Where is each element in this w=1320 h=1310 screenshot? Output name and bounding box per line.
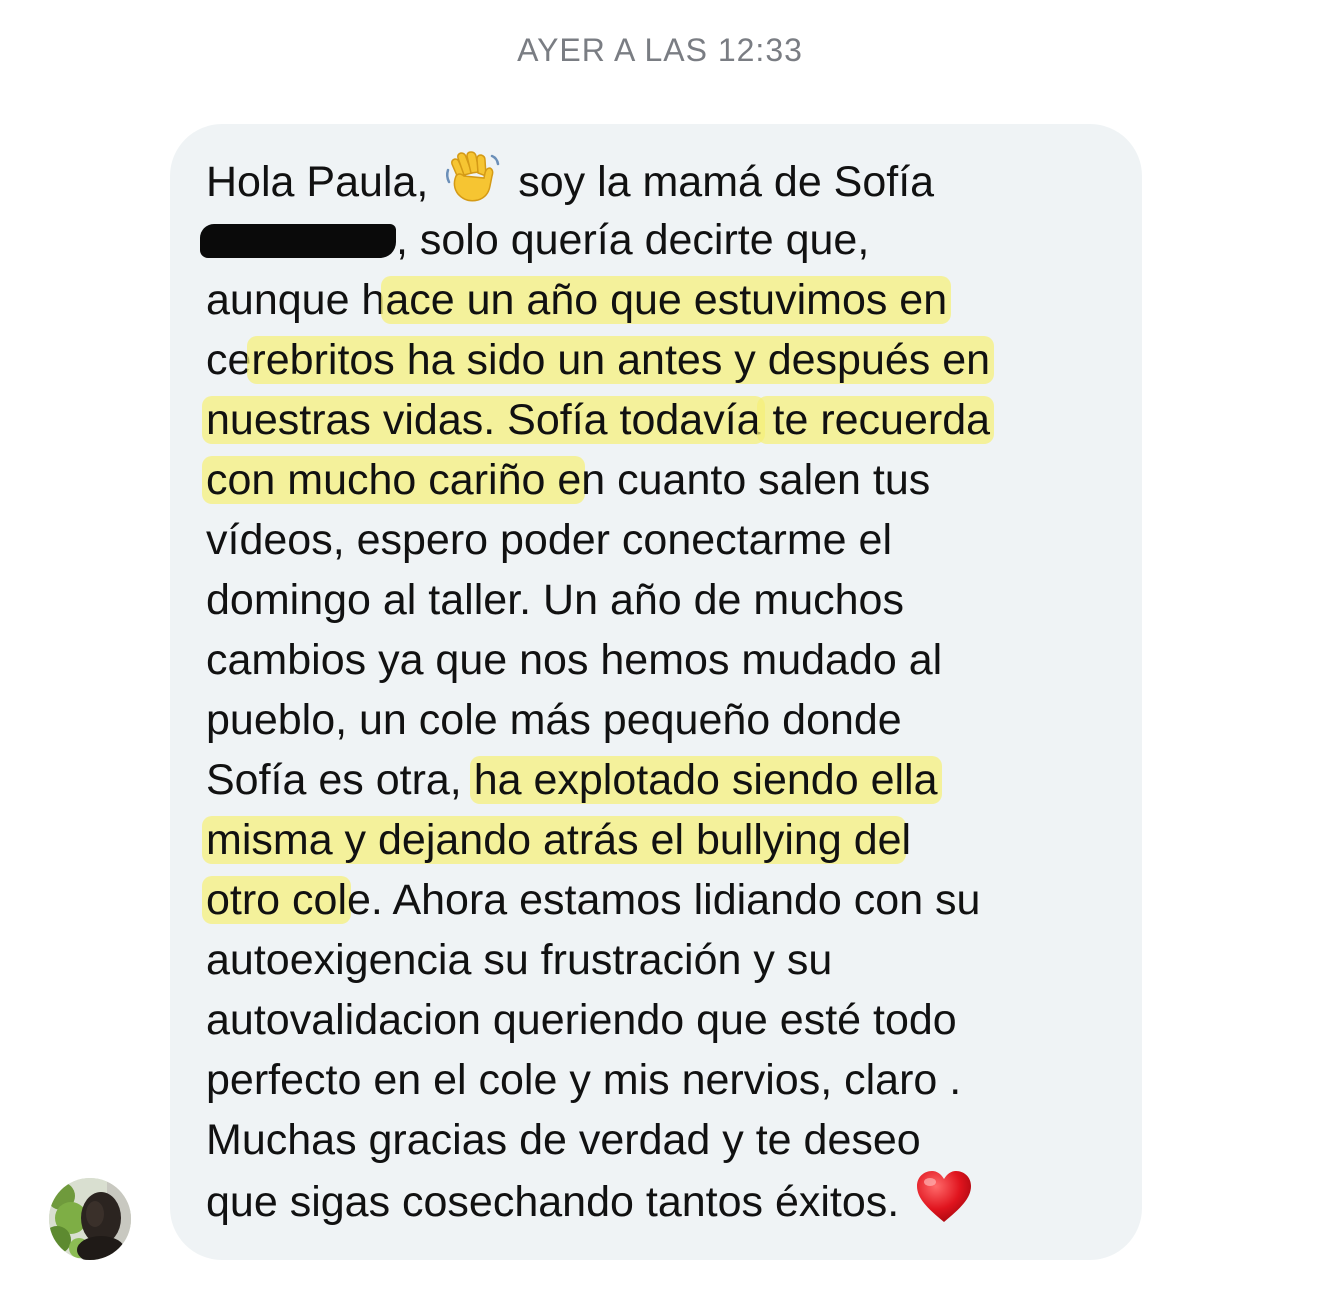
message-line: Muchas gracias de verdad y te deseo (206, 1116, 921, 1164)
highlighted-text: nuestras vidas. Sofía todavía (202, 396, 765, 444)
message-line: , solo quería decirte que, (200, 210, 1126, 270)
highlighted-text: te recuerda (756, 396, 995, 444)
highlighted-text: con mucho cariño e (202, 456, 586, 504)
message-line: aunque hace un año que estuvimos en (206, 270, 1126, 330)
message-line: domingo al taller. Un año de muchos (206, 576, 904, 624)
highlighted-text: otro col (202, 876, 352, 924)
message-line: cerebritos ha sido un antes y después en (206, 330, 1126, 390)
message-line: Sofía es otra, ha explotado siendo ella (206, 750, 1126, 810)
message-line: otro cole. Ahora estamos lidiando con su (202, 870, 1126, 930)
message-line: Hola Paula, soy la mamá de Sofía (206, 150, 1126, 210)
redacted-surname (200, 224, 396, 258)
message-line: autoexigencia su frustración y su (206, 936, 833, 984)
message-line: perfecto en el cole y mis nervios, claro… (206, 1056, 962, 1104)
message-line: que sigas cosechando tantos éxitos. (206, 1170, 1126, 1230)
message-line: nuestras vidas. Sofía todavía te recuerd… (202, 390, 1126, 450)
avatar[interactable] (49, 1178, 131, 1260)
message-line: misma y dejando atrás el bullying del (202, 810, 1126, 870)
highlighted-text: ace un año que estuvimos en (381, 276, 952, 324)
message-line: cambios ya que nos hemos mudado al (206, 636, 943, 684)
avatar-photo (49, 1178, 131, 1260)
message-line: pueblo, un cole más pequeño donde (206, 696, 902, 744)
highlighted-text: rebritos ha sido un antes y después en (247, 336, 995, 384)
highlighted-text: misma y dejando atrás el bullying de (202, 816, 906, 864)
message-line: vídeos, espero poder conectarme el (206, 516, 893, 564)
message-text: Hola Paula, soy la mamá de Sofía , solo … (200, 150, 1126, 1230)
message-line: con mucho cariño en cuanto salen tus (202, 450, 1126, 510)
message-timestamp: AYER A LAS 12:33 (517, 32, 803, 68)
highlighted-text: ha explotado siendo ella (469, 756, 942, 804)
red-heart-icon (915, 1170, 973, 1240)
message-line: autovalidacion queriendo que esté todo (206, 996, 957, 1044)
